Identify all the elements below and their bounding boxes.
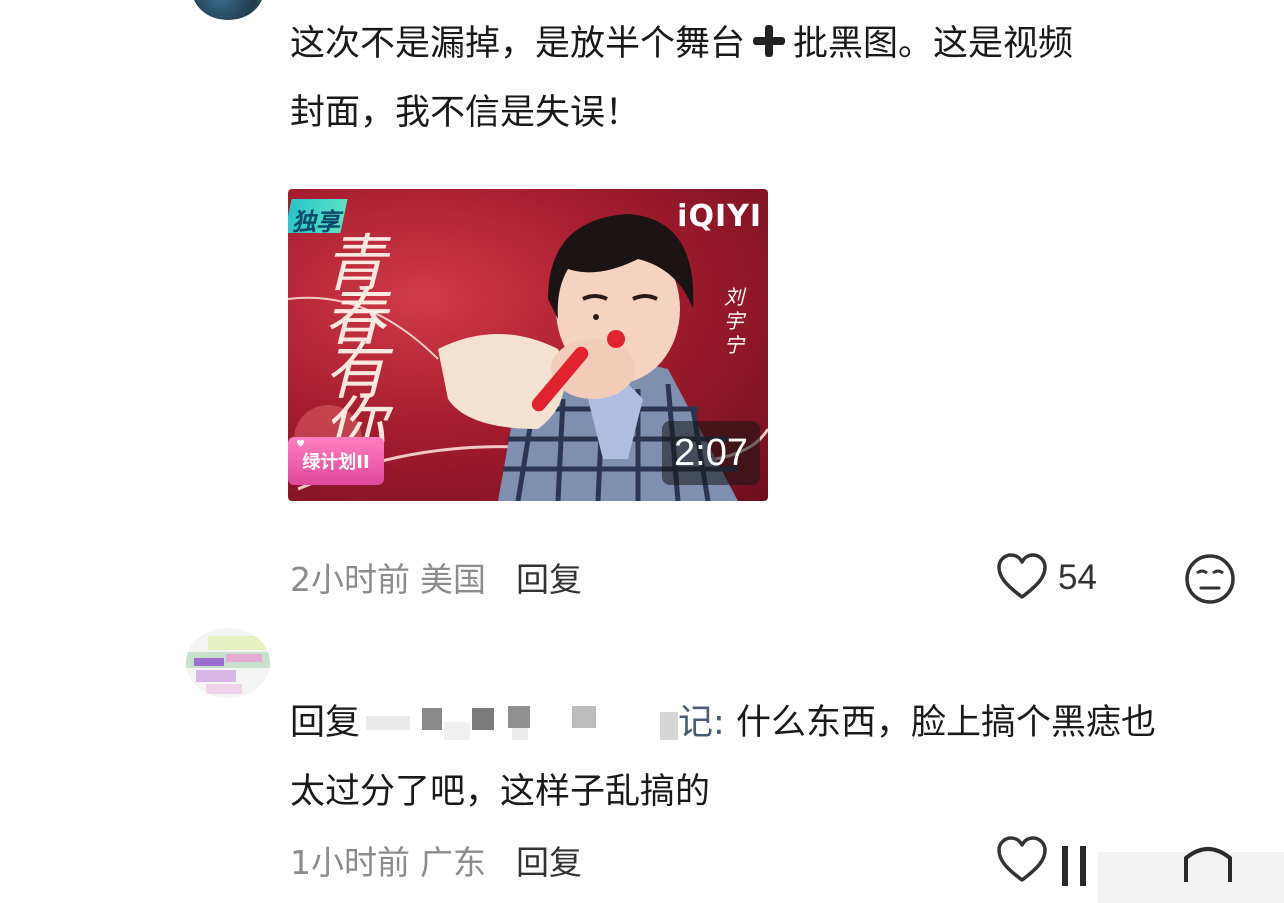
comment-time: 1小时前 [290,843,410,882]
comment-time: 2小时前 [290,560,410,599]
comment-line-2: 封面，我不信是失误！ [290,93,641,133]
comment-meta: 2小时前 美国 回复 [290,553,582,601]
watermark-overlay [1062,846,1284,903]
redacted-username[interactable] [360,700,679,740]
avatar[interactable] [186,628,270,698]
comment-meta: 1小时前 广东 回复 [290,836,582,884]
comment-location: 美国 [420,560,486,599]
reply-button[interactable]: 回复 [516,843,582,882]
comment-location: 广东 [420,843,486,882]
comment-text-part: 什么东西，脸上搞个黑痣也 [735,703,1156,743]
video-thumbnail[interactable]: 独享 iQIYI 青春有你 刘宇宁 ♥ 绿计划II 2:07 [288,189,768,501]
comment-line-1: 这次不是漏掉，是放半个舞台 批黑图。这是视频 [290,10,1250,79]
reply-prefix: 回复 [290,703,361,743]
redaction-block [660,712,679,740]
show-title-art: 青春有你 [324,227,387,462]
redaction-block [444,722,471,740]
redaction-block [366,716,411,730]
singer-name: 刘宇宁 [724,285,744,357]
plus-icon [751,23,787,59]
redaction-block [508,706,531,728]
redaction-block [512,728,529,740]
heart-icon[interactable] [996,836,1048,884]
redaction-block [472,708,495,730]
comment-line-2: 太过分了吧，这样子乱搞的 [290,772,711,812]
reply-button[interactable]: 回复 [516,560,582,599]
show-logo-decor: ♥ [296,439,305,450]
comment-text-part: 这次不是漏掉，是放半个舞台 [290,24,746,64]
comment-body: 这次不是漏掉，是放半个舞台 批黑图。这是视频 封面，我不信是失误！ [290,10,1250,148]
avatar[interactable] [192,0,264,20]
comment-text-part: 批黑图。这是视频 [793,24,1074,64]
comment-line-1: 回复 记: 什么东西，脸上搞个黑痣也 [290,689,1250,758]
expressionless-face-icon[interactable] [1184,553,1236,605]
video-duration: 2:07 [662,421,760,485]
comment-body: 回复 记: 什么东西，脸上搞个黑痣也 太过分了吧，这样子乱搞的 [290,689,1250,827]
show-logo: ♥ 绿计划II [288,437,384,485]
redaction-block [422,708,443,730]
like-count: 54 [1058,558,1097,597]
heart-icon[interactable] [996,553,1048,601]
redaction-block [572,706,597,728]
reply-target-suffix: 记: [678,703,725,743]
brand-watermark: iQIYI [677,199,762,234]
avatar-image [186,628,270,698]
show-logo-label: 绿计划II [302,452,370,473]
